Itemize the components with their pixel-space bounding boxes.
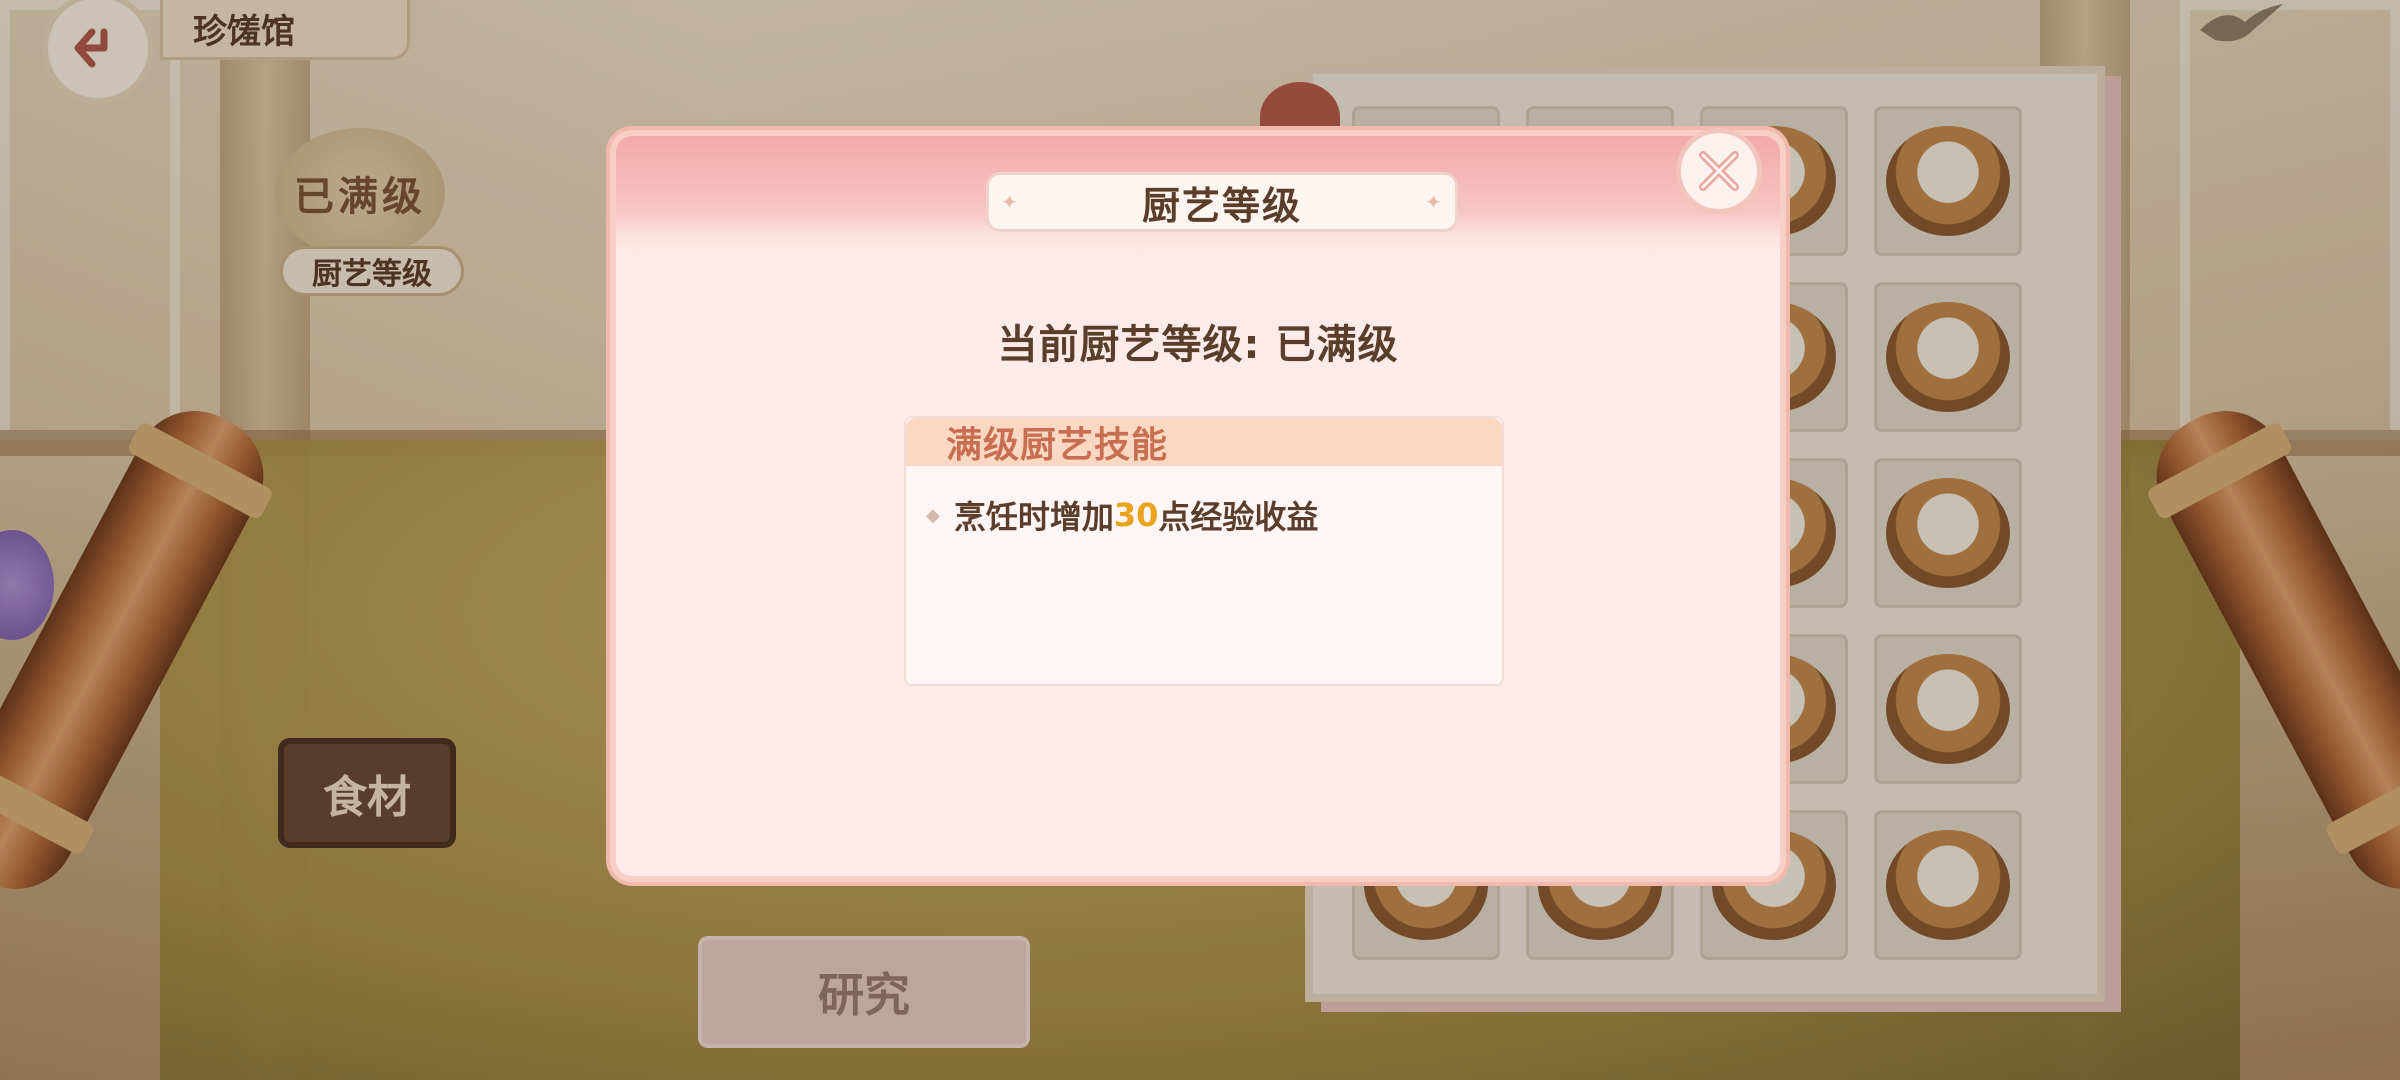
skill-value: 30 [1113,496,1159,534]
modal-title-text: 厨艺等级 [1141,183,1302,228]
skill-suffix: 点经验收益 [1158,498,1319,536]
current-level-value: 已满级 [1275,322,1399,368]
close-button[interactable] [1676,128,1762,214]
current-level-text: 当前厨艺等级: 已满级 [616,312,1780,370]
skill-prefix: 烹饪时增加 [953,498,1114,536]
modal-title: ✦ 厨艺等级 ✦ [986,172,1458,232]
skill-description: ◆ 烹饪时增加 30 点经验收益 [926,492,1318,538]
cooking-level-modal: ✦ 厨艺等级 ✦ 当前厨艺等级: 已满级 满级厨艺技能 ◆ 烹饪时增加 30 点… [610,130,1786,882]
skill-section-title: 满级厨艺技能 [906,418,1502,466]
ribbon-ornament-icon: ✦ [1001,190,1020,214]
ribbon-ornament-icon: ✦ [1425,190,1444,214]
current-level-label: 当前厨艺等级: [997,322,1261,368]
close-icon [1699,151,1739,191]
skill-card: 满级厨艺技能 ◆ 烹饪时增加 30 点经验收益 [904,416,1504,686]
bullet-icon: ◆ [926,504,940,526]
